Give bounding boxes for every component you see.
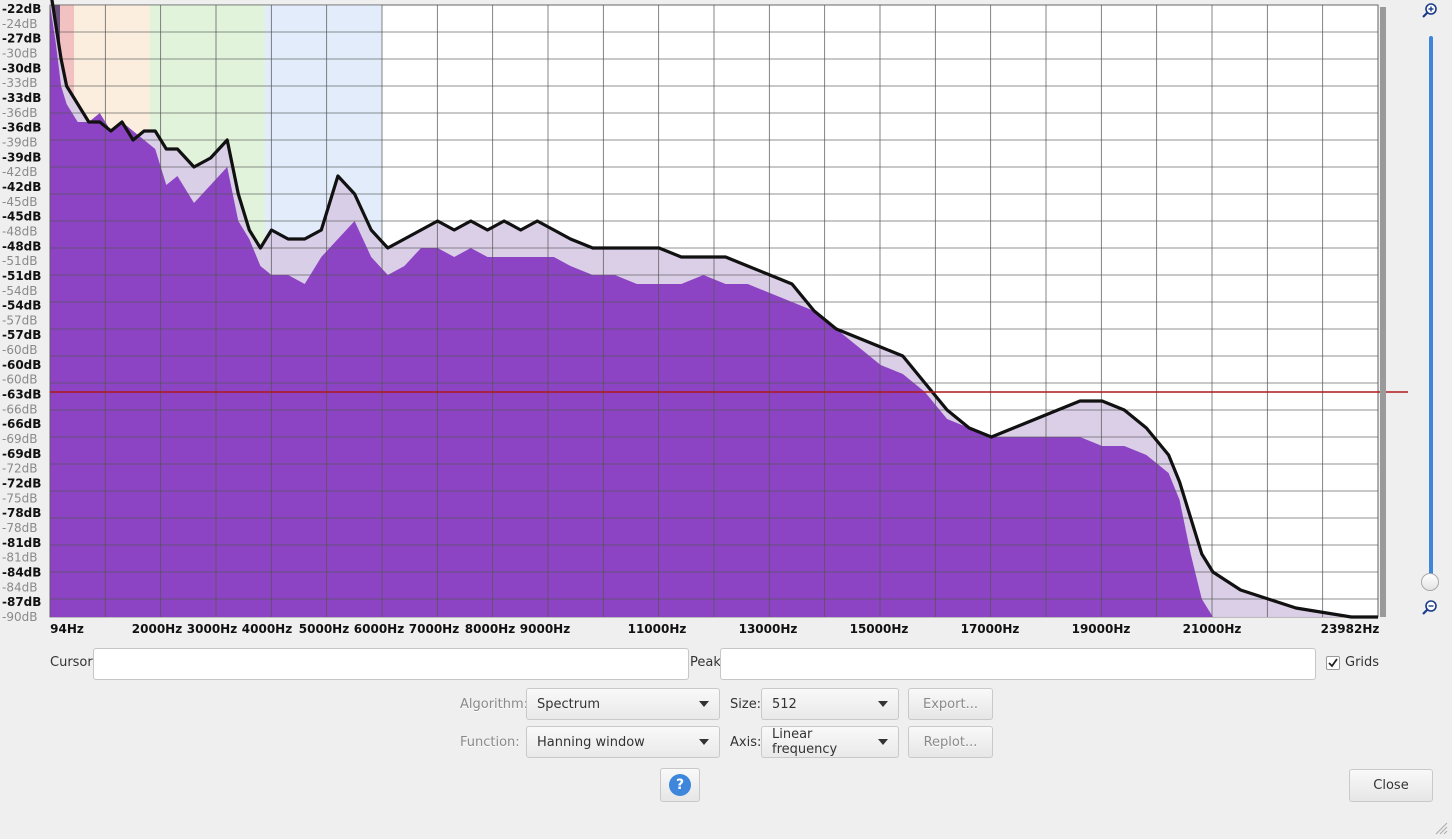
y-axis-label: -48dB [2, 239, 41, 253]
chevron-down-icon [878, 739, 888, 745]
chevron-down-icon [699, 701, 709, 707]
y-axis-label: -39dB [2, 150, 41, 164]
size-label: Size: [730, 697, 762, 712]
y-axis-label: -45dB [2, 195, 37, 209]
y-axis-label: -36dB [2, 106, 37, 120]
help-button[interactable]: ? [660, 768, 700, 802]
y-axis-label: -84dB [2, 580, 37, 594]
y-axis-label: -54dB [2, 284, 37, 298]
x-axis-label: 2000Hz [132, 622, 182, 636]
y-axis-label: -78dB [2, 506, 41, 520]
y-axis-label: -66dB [2, 417, 41, 431]
x-axis-label: 9000Hz [520, 622, 570, 636]
spectrum-plot[interactable]: -22dB -24dB -27dB -30dB -30dB -33dB -33dB -36dB… [0, 0, 1452, 640]
y-axis-label: -39dB [2, 136, 37, 150]
grids-label: Grids [1345, 655, 1380, 670]
export-button[interactable]: Export... [908, 688, 993, 720]
y-axis-label: -22dB [2, 2, 41, 16]
x-axis-label: 8000Hz [465, 622, 515, 636]
y-axis-label: -63dB [2, 388, 41, 402]
y-axis-label: -84dB [2, 566, 41, 580]
x-axis-label: 4000Hz [242, 622, 292, 636]
size-value: 512 [772, 696, 797, 712]
y-axis-label: -36dB [2, 121, 41, 135]
size-select[interactable]: 512 [761, 688, 899, 720]
y-axis-label: -54dB [2, 299, 41, 313]
zoom-slider-track[interactable] [1429, 36, 1433, 582]
zoom-out-icon[interactable] [1421, 599, 1439, 617]
function-label: Function: [460, 735, 520, 750]
axis-value: Linear frequency [772, 727, 838, 757]
y-axis-label: -33dB [2, 91, 41, 105]
y-axis-label: -72dB [2, 462, 37, 476]
x-axis-label: 11000Hz [628, 622, 687, 636]
x-axis-label: 94Hz [50, 622, 84, 636]
y-axis-label: -72dB [2, 477, 41, 491]
algorithm-select[interactable]: Spectrum [526, 688, 720, 720]
zoom-slider-handle[interactable] [1421, 573, 1439, 591]
cursor-label: Cursor: [50, 655, 97, 670]
grids-checkbox[interactable] [1326, 656, 1340, 670]
y-axis-label: -45dB [2, 210, 41, 224]
algorithm-label: Algorithm: [460, 697, 529, 712]
y-axis-label: -24dB [2, 17, 37, 31]
y-axis-label: -30dB [2, 61, 41, 75]
y-axis-label: -57dB [2, 328, 41, 342]
function-value: Hanning window [537, 734, 645, 750]
chevron-down-icon [878, 701, 888, 707]
y-axis-label: -27dB [2, 32, 41, 46]
y-axis-label: -69dB [2, 447, 41, 461]
x-axis-label: 13000Hz [739, 622, 798, 636]
y-axis-label: -81dB [2, 551, 37, 565]
x-axis-label: 17000Hz [961, 622, 1020, 636]
y-axis-label: -60dB [2, 373, 37, 387]
x-axis-label: 21000Hz [1183, 622, 1242, 636]
y-axis-label: -48dB [2, 224, 37, 238]
y-axis-label: -33dB [2, 76, 37, 90]
chevron-down-icon [699, 739, 709, 745]
y-axis-label: -60dB [2, 358, 41, 372]
y-axis-label: -78dB [2, 521, 37, 535]
cursor-field[interactable] [93, 648, 689, 680]
x-axis-label: 15000Hz [850, 622, 909, 636]
y-axis-label: -57dB [2, 313, 37, 327]
algorithm-value: Spectrum [537, 696, 600, 712]
x-axis-label: 7000Hz [409, 622, 459, 636]
checkmark-icon [1328, 658, 1338, 668]
y-axis-label: -66dB [2, 402, 37, 416]
y-axis-label: -81dB [2, 536, 41, 550]
x-axis-label: 5000Hz [299, 622, 349, 636]
axis-select[interactable]: Linear frequency [761, 726, 899, 758]
x-axis-label: 6000Hz [354, 622, 404, 636]
x-axis-label: 3000Hz [187, 622, 237, 636]
close-button[interactable]: Close [1349, 769, 1433, 802]
y-axis-label: -90dB [2, 610, 37, 624]
function-select[interactable]: Hanning window [526, 726, 720, 758]
y-axis-label: -60dB [2, 343, 37, 357]
y-axis-label: -75dB [2, 491, 37, 505]
x-axis-label: 23982Hz [1321, 622, 1380, 636]
peak-field[interactable] [720, 648, 1316, 680]
y-axis-label: -51dB [2, 254, 37, 268]
x-axis-label: 19000Hz [1072, 622, 1131, 636]
spectrum-graph[interactable]: -22dB-24dB-27dB-30dB-30dB-33dB-33dB-36dB… [0, 0, 1452, 640]
zoom-in-icon[interactable] [1421, 2, 1439, 20]
replot-button[interactable]: Replot... [908, 726, 993, 758]
y-axis-label: -30dB [2, 47, 37, 61]
plot-scrollbar [1380, 7, 1386, 617]
y-axis-label: -69dB [2, 432, 37, 446]
help-icon: ? [669, 774, 691, 796]
axis-label: Axis: [730, 735, 762, 750]
y-axis-label: -42dB [2, 180, 41, 194]
y-axis-label: -87dB [2, 595, 41, 609]
y-axis-label: -42dB [2, 165, 37, 179]
y-axis-label: -51dB [2, 269, 41, 283]
resize-grip-icon[interactable] [1434, 821, 1448, 835]
